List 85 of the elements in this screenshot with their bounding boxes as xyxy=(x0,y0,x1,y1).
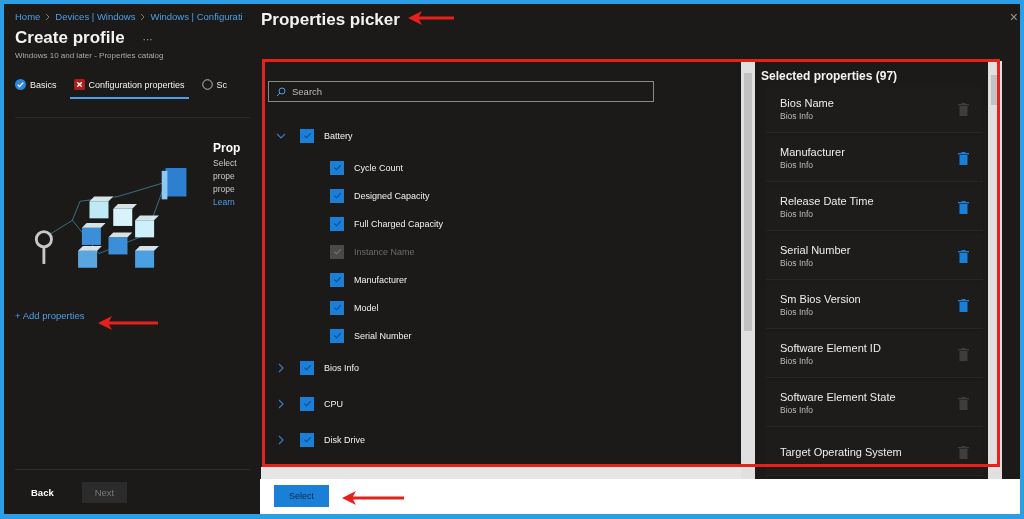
delete-icon[interactable] xyxy=(958,298,969,312)
checkmark-icon xyxy=(331,162,343,174)
checkbox[interactable] xyxy=(330,160,344,175)
checkbox[interactable] xyxy=(330,272,344,287)
empty-circle-icon xyxy=(201,79,213,90)
checkmark-icon xyxy=(301,130,313,142)
property-name: Serial Number xyxy=(780,244,851,257)
search-field[interactable]: Search xyxy=(268,80,654,102)
search-icon xyxy=(276,86,286,97)
property-category: Bios Info xyxy=(780,111,815,122)
category-label: Battery xyxy=(324,130,353,141)
property-category: Bios Info xyxy=(780,405,815,416)
chevron-right-icon[interactable] xyxy=(276,434,286,445)
checkmark-icon xyxy=(331,274,343,286)
category-label: Disk Drive xyxy=(324,434,365,445)
page-title: Create profile xyxy=(15,28,125,48)
more-menu[interactable]: ··· xyxy=(142,34,153,45)
property-category: Bios Info xyxy=(780,356,815,367)
property-label: Model xyxy=(354,302,379,313)
panel-title: Properties picker xyxy=(261,10,400,30)
property-name: Target Operating System xyxy=(780,446,902,459)
property-label: Full Charged Capacity xyxy=(354,218,444,229)
delete-icon[interactable] xyxy=(958,249,969,263)
check-circle-icon xyxy=(15,79,26,90)
checkmark-icon xyxy=(331,302,343,314)
wizard-tab[interactable]: Configuration properties xyxy=(69,79,189,99)
property-name: Software Element ID xyxy=(780,342,881,355)
add-properties-link[interactable]: + Add properties xyxy=(15,296,85,321)
checkbox[interactable] xyxy=(330,328,344,343)
description-text: Select xyxy=(213,157,238,170)
chevron-right-icon[interactable] xyxy=(276,362,286,373)
breadcrumb-link[interactable]: Home xyxy=(15,11,41,22)
page-subtitle: Windows 10 and later - Properties catalog xyxy=(15,51,165,60)
learn-link[interactable]: Learn xyxy=(213,196,241,209)
description-text: prope xyxy=(213,183,236,196)
wizard-tab[interactable]: Basics xyxy=(15,79,57,99)
section-heading: Prop xyxy=(213,142,241,155)
breadcrumb-link[interactable]: Windows | Configurati xyxy=(150,11,243,22)
select-button[interactable]: Select xyxy=(274,485,329,508)
property-name: Release Date Time xyxy=(780,195,874,208)
checkbox[interactable] xyxy=(330,216,344,231)
checkbox[interactable] xyxy=(300,432,314,447)
delete-icon[interactable] xyxy=(958,151,969,165)
checkmark-icon xyxy=(331,246,343,258)
property-label: Cycle Count xyxy=(354,162,404,173)
annotation-arrow xyxy=(342,491,404,505)
chevron-right-icon xyxy=(139,12,147,21)
breadcrumb-link[interactable]: Devices | Windows xyxy=(55,11,136,22)
property-name: Manufacturer xyxy=(780,146,845,159)
checkbox[interactable] xyxy=(300,360,314,375)
property-category: Bios Info xyxy=(780,160,815,171)
property-category: Bios Info xyxy=(780,258,815,269)
property-name: Bios Name xyxy=(780,97,834,110)
wizard-button[interactable]: Back xyxy=(31,481,54,503)
checkmark-icon xyxy=(301,398,313,410)
category-label: CPU xyxy=(324,398,343,409)
error-icon xyxy=(73,79,85,90)
checkbox[interactable] xyxy=(300,128,314,143)
close-button[interactable]: × xyxy=(1007,8,1020,26)
annotation-arrow xyxy=(98,316,158,330)
description-text: prope xyxy=(213,170,236,183)
property-label: Manufacturer xyxy=(354,274,408,285)
checkmark-icon xyxy=(301,434,313,446)
property-category: Bios Info xyxy=(780,307,815,318)
checkmark-icon xyxy=(301,362,313,374)
checkmark-icon xyxy=(331,330,343,342)
category-label: Bios Info xyxy=(324,362,360,373)
annotation-arrow xyxy=(408,11,454,25)
checkmark-icon xyxy=(331,190,343,202)
selected-properties-heading: Selected properties (97) xyxy=(761,68,899,83)
property-name: Software Element State xyxy=(780,391,896,404)
checkbox[interactable] xyxy=(330,300,344,315)
property-name: Sm Bios Version xyxy=(780,293,861,306)
chevron-right-icon[interactable] xyxy=(276,398,286,409)
wizard-tab[interactable]: Sc xyxy=(201,79,228,99)
property-label: Instance Name xyxy=(354,246,415,257)
property-category: Bios Info xyxy=(780,209,815,220)
vertical-scrollbar[interactable] xyxy=(741,60,755,479)
delete-icon[interactable] xyxy=(958,200,969,214)
checkmark-icon xyxy=(331,218,343,230)
checkbox[interactable] xyxy=(300,396,314,411)
checkbox[interactable] xyxy=(330,188,344,203)
property-label: Serial Number xyxy=(354,330,412,341)
property-label: Designed Capacity xyxy=(354,190,430,201)
chevron-right-icon xyxy=(44,12,52,21)
